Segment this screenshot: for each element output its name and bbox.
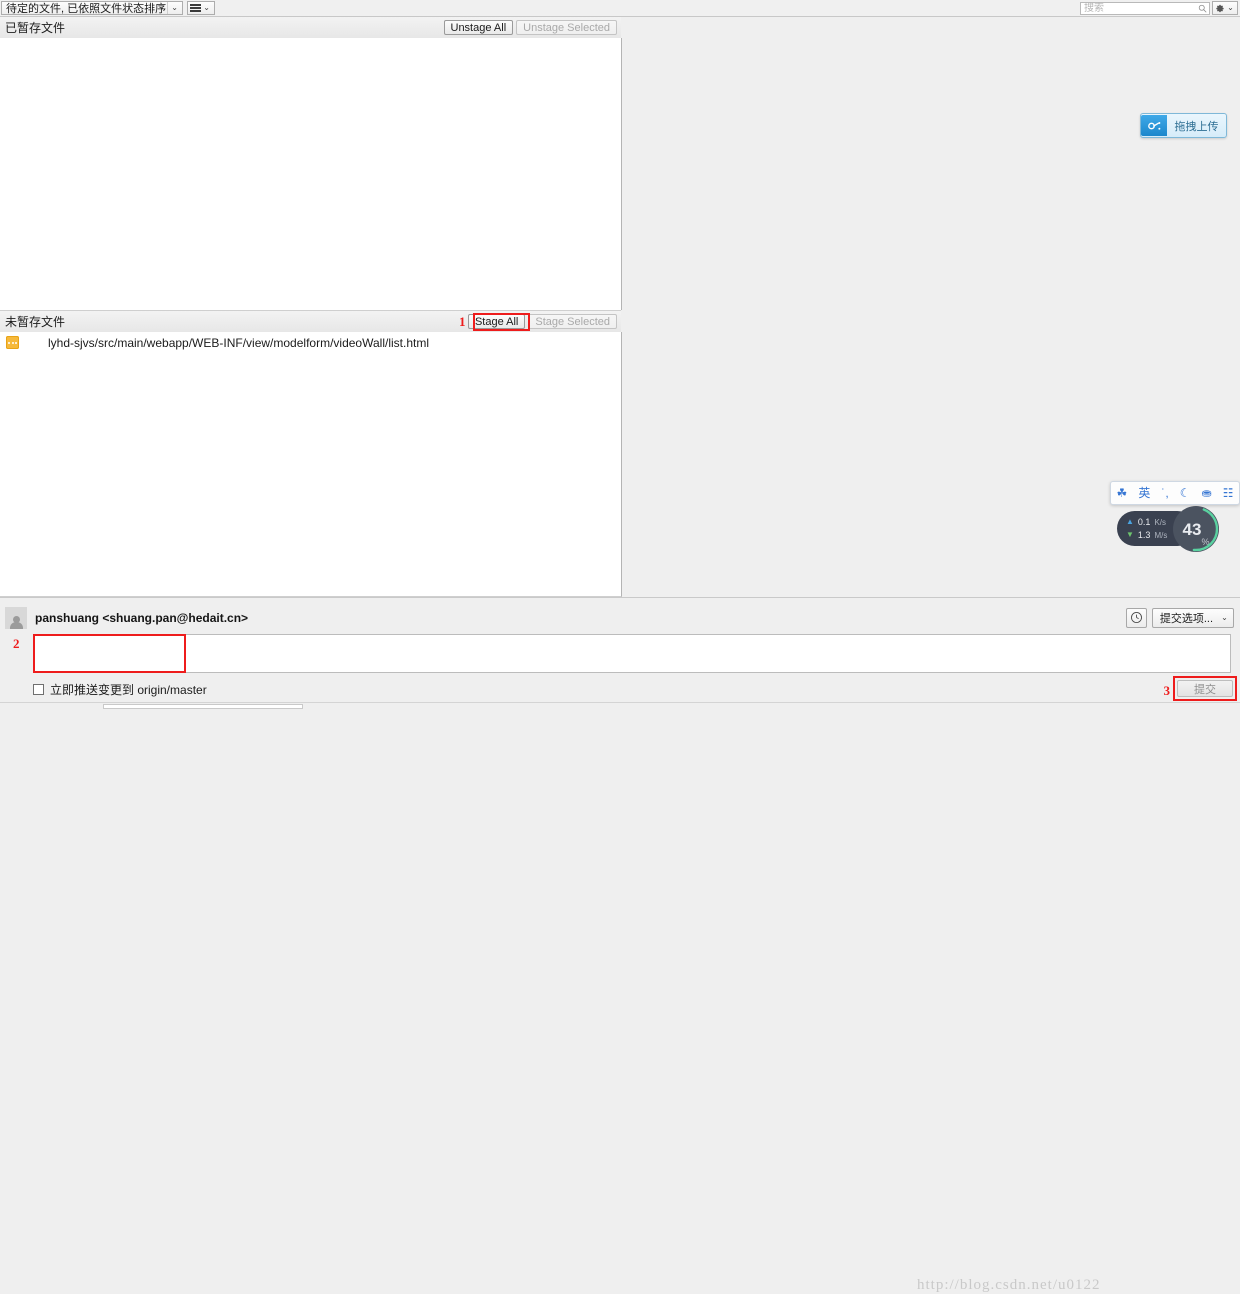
unstage-selected-button: Unstage Selected <box>516 20 617 35</box>
drag-upload-widget[interactable]: 拖拽上传 <box>1140 113 1227 138</box>
upload-speed-value: 0.1 <box>1137 517 1151 527</box>
download-speed-value: 1.3 <box>1137 530 1151 540</box>
baidu-paw-logo-icon[interactable]: ☘ <box>1117 487 1128 499</box>
push-checkbox[interactable] <box>33 684 44 695</box>
link-chain-icon <box>1141 115 1167 136</box>
watermark-text: http://blog.csdn.net/u0122 <box>917 1277 1101 1293</box>
status-bar-notch <box>103 704 303 709</box>
list-view-icon <box>190 4 202 12</box>
language-mode-button[interactable]: 英 <box>1138 487 1150 499</box>
gauge-ring-icon <box>1173 506 1219 552</box>
download-arrow-icon: ▼ <box>1126 530 1134 539</box>
toolbox-grid-icon[interactable]: ☷ <box>1223 487 1234 499</box>
commit-tools: 提交选项... ⌄ <box>1125 607 1240 628</box>
unstaged-files-header: 未暂存文件 Stage All Stage Selected <box>0 310 621 333</box>
commit-panel: panshuang <shuang.pan@hedait.cn> 提交选项...… <box>0 597 1240 1293</box>
list-item[interactable]: lyhd-sjvs/src/main/webapp/WEB-INF/view/m… <box>0 332 621 353</box>
staged-files-title: 已暂存文件 <box>5 21 66 35</box>
commit-message-input[interactable] <box>33 634 1231 673</box>
network-speed-widget[interactable]: ▲ 0.1 K/s ▼ 1.3 M/s 43 % <box>1117 506 1223 552</box>
sourcetree-window: 待定的文件, 已依照文件状态排序 ⌄ ⌄ 搜索 ⌄ 已暂存文件 Unstage … <box>0 0 1240 1293</box>
annotation-number-1: 1 <box>459 314 466 329</box>
user-icon[interactable]: ⛂ <box>1202 487 1212 499</box>
commit-button[interactable]: 提交 <box>1177 680 1233 697</box>
search-icon <box>1198 4 1207 13</box>
download-speed-unit: M/s <box>1154 530 1168 540</box>
search-input[interactable]: 搜索 <box>1080 1 1210 15</box>
chevron-down-icon: ⌄ <box>1221 612 1228 622</box>
link-chain-glyph <box>1147 121 1160 130</box>
staged-files-list[interactable] <box>0 38 622 310</box>
commit-author: panshuang <shuang.pan@hedait.cn> <box>35 610 249 625</box>
file-sort-value: 待定的文件, 已依照文件状态排序 <box>6 3 167 15</box>
punctuation-icon[interactable]: ˙, <box>1161 487 1168 499</box>
chevron-down-icon: ⌄ <box>171 3 178 12</box>
drag-upload-label: 拖拽上传 <box>1174 120 1219 133</box>
commit-options-label: 提交选项... <box>1159 612 1213 625</box>
baidu-ime-toolbar[interactable]: ☘ 英 ˙, ☾ ⛂ ☷ <box>1110 481 1240 505</box>
unstaged-files-list[interactable]: lyhd-sjvs/src/main/webapp/WEB-INF/view/m… <box>0 332 622 597</box>
upload-arrow-icon: ▲ <box>1126 517 1134 526</box>
commit-options-dropdown[interactable]: 提交选项... ⌄ <box>1151 607 1234 628</box>
file-sort-dropdown[interactable]: 待定的文件, 已依照文件状态排序 ⌄ <box>1 1 184 15</box>
top-toolbar: 待定的文件, 已依照文件状态排序 ⌄ ⌄ 搜索 ⌄ <box>0 0 1240 17</box>
moon-icon[interactable]: ☾ <box>1180 487 1191 499</box>
clock-icon <box>1130 612 1142 623</box>
gear-icon <box>1216 4 1224 12</box>
push-checkbox-label: 立即推送变更到 origin/master <box>50 683 207 697</box>
stage-selected-button: Stage Selected <box>528 314 617 329</box>
chevron-down-icon: ⌄ <box>203 3 210 12</box>
unstage-all-button[interactable]: Unstage All <box>443 20 514 35</box>
author-row: panshuang <shuang.pan@hedait.cn> 提交选项...… <box>0 604 1240 631</box>
staged-files-header: 已暂存文件 Unstage All Unstage Selected <box>0 17 621 39</box>
user-avatar-icon <box>5 606 27 629</box>
unstaged-files-title: 未暂存文件 <box>5 315 66 329</box>
chevron-down-icon: ⌄ <box>1227 3 1234 12</box>
annotation-number-3: 3 <box>1163 683 1171 698</box>
annotation-number-2: 2 <box>13 636 20 651</box>
modified-file-icon <box>6 336 19 349</box>
stage-all-button[interactable]: Stage All <box>467 314 526 329</box>
settings-button[interactable]: ⌄ <box>1212 1 1238 15</box>
view-mode-button[interactable]: ⌄ <box>187 1 216 15</box>
file-path: lyhd-sjvs/src/main/webapp/WEB-INF/view/m… <box>48 335 429 350</box>
search-placeholder: 搜索 <box>1084 2 1104 14</box>
unstaged-actions: Stage All Stage Selected <box>467 314 621 329</box>
upload-speed-unit: K/s <box>1154 517 1166 527</box>
divider <box>167 2 169 14</box>
push-changes-row[interactable]: 立即推送变更到 origin/master <box>33 681 207 698</box>
commit-history-button[interactable] <box>1125 607 1147 628</box>
staged-actions: Unstage All Unstage Selected <box>443 20 622 35</box>
